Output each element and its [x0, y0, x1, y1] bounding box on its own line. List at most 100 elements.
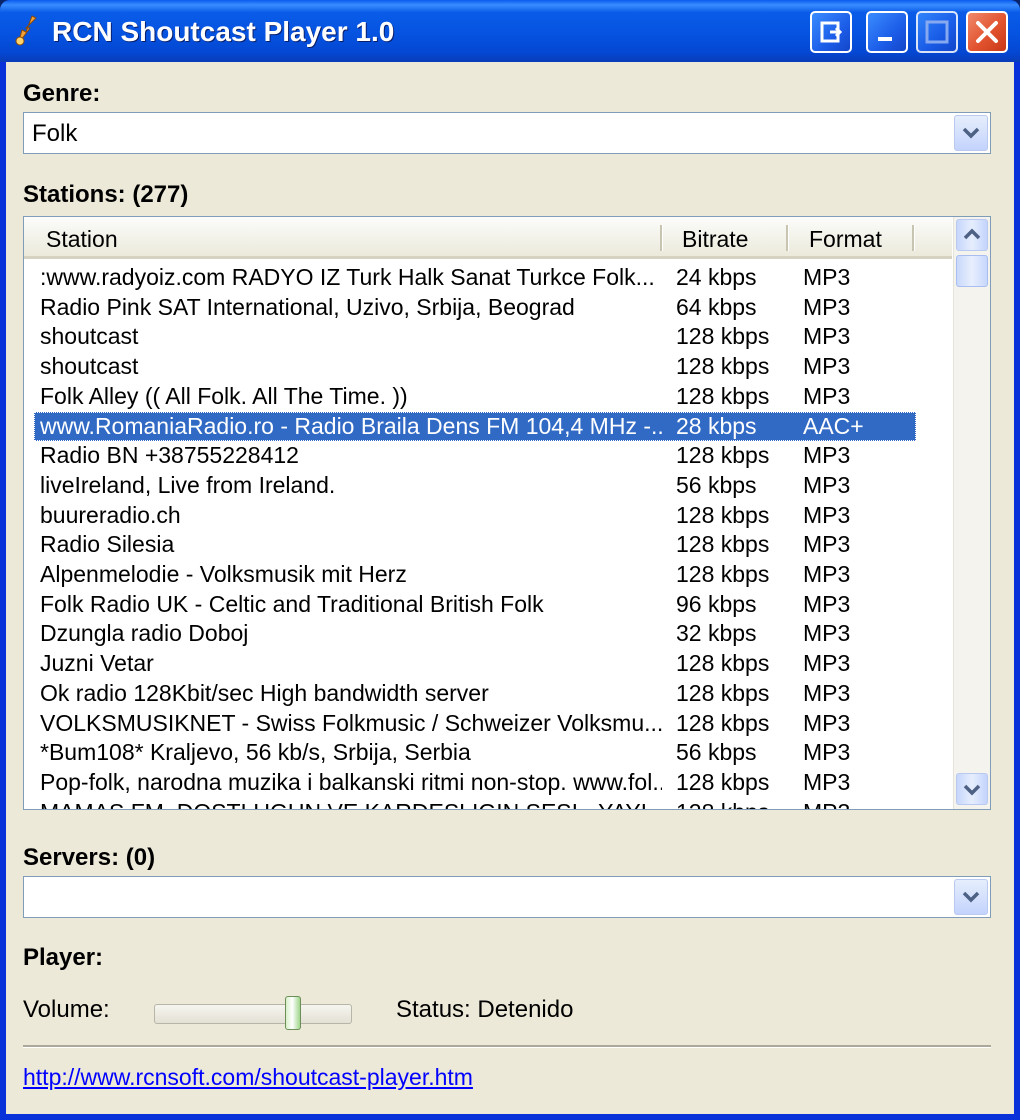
cell-format: AAC+ — [803, 412, 864, 439]
cell-format: MP3 — [803, 561, 851, 587]
scroll-up-icon — [963, 228, 981, 240]
stations-label: Stations: (277) — [23, 181, 189, 208]
table-row[interactable]: buureradio.ch 128 kbps MP3 — [34, 501, 916, 530]
scroll-down-button[interactable] — [956, 773, 988, 805]
cell-bitrate: 128 kbps — [676, 709, 770, 736]
maximize-button[interactable] — [916, 11, 958, 53]
divider — [23, 1045, 991, 1048]
cell-bitrate: 64 kbps — [676, 293, 757, 320]
cell-format: MP3 — [803, 471, 851, 498]
cell-bitrate: 32 kbps — [676, 620, 757, 647]
table-row[interactable]: :www.radyoiz.com RADYO IZ Turk Halk Sana… — [34, 263, 916, 292]
servers-dropdown-button[interactable] — [954, 879, 988, 915]
cell-station: *Bum108* Kraljevo, 56 kb/s, Srbija, Serb… — [40, 739, 471, 766]
table-row[interactable]: shoutcast 128 kbps MP3 — [34, 352, 916, 381]
cell-station: Folk Radio UK - Celtic and Traditional B… — [40, 590, 544, 617]
scroll-thumb[interactable] — [956, 255, 988, 287]
cell-station: Ok radio 128Kbit/sec High bandwidth serv… — [40, 679, 489, 706]
table-row[interactable]: VOLKSMUSIKNET - Swiss Folkmusic / Schwei… — [34, 709, 916, 738]
table-row[interactable]: *Bum108* Kraljevo, 56 kb/s, Srbija, Serb… — [34, 738, 916, 767]
vertical-scrollbar[interactable] — [953, 217, 990, 809]
cell-bitrate: 128 kbps — [676, 353, 770, 380]
cell-station: Juzni Vetar — [40, 650, 154, 677]
table-row[interactable]: Folk Radio UK - Celtic and Traditional B… — [34, 590, 916, 619]
window-title: RCN Shoutcast Player 1.0 — [52, 16, 395, 47]
table-row[interactable]: Ok radio 128Kbit/sec High bandwidth serv… — [34, 679, 916, 708]
column-separator[interactable] — [660, 225, 663, 251]
table-row[interactable]: MAMAS FM, DOSTLUGUN VE KARDESLIGIN SESI … — [34, 798, 916, 809]
cell-bitrate: 128 kbps — [676, 799, 794, 809]
cell-bitrate: 56 kbps — [676, 739, 757, 766]
tray-button[interactable] — [810, 11, 852, 53]
website-link[interactable]: http://www.rcnsoft.com/shoutcast-player.… — [23, 1064, 473, 1091]
volume-slider-track[interactable] — [154, 1004, 352, 1024]
cell-format: MP3 — [803, 531, 851, 558]
player-label: Player: — [23, 944, 104, 971]
genre-dropdown-button[interactable] — [954, 115, 988, 151]
table-row[interactable]: Alpenmelodie - Volksmusik mit Herz 128 kb… — [34, 560, 916, 589]
volume-slider-thumb[interactable] — [285, 996, 302, 1030]
cell-bitrate: 128 kbps — [676, 531, 770, 558]
cell-format: MP3 — [803, 323, 851, 350]
column-header-bitrate[interactable]: Bitrate — [682, 226, 748, 253]
genre-label: Genre: — [23, 80, 101, 107]
cell-station: shoutcast — [40, 353, 139, 380]
servers-select[interactable] — [23, 876, 991, 918]
cell-station: Folk Alley (( All Folk. All The Time. )) — [40, 382, 408, 409]
cell-format: MP3 — [803, 679, 851, 706]
table-row[interactable]: shoutcast 128 kbps MP3 — [34, 322, 916, 351]
minimize-button[interactable] — [866, 11, 908, 53]
cell-station: Pop-folk, narodna muzika i balkanski rit… — [40, 768, 662, 795]
cell-station: Dzungla radio Doboj — [40, 620, 249, 647]
chevron-down-icon — [962, 891, 980, 903]
column-header-format[interactable]: Format — [809, 226, 882, 253]
list-header: Station Bitrate Format — [24, 217, 952, 259]
minimize-icon — [878, 37, 892, 41]
table-row[interactable]: Pop-folk, narodna muzika i balkanski rit… — [34, 768, 916, 797]
cell-bitrate: 128 kbps — [676, 382, 770, 409]
scroll-up-button[interactable] — [956, 219, 988, 251]
cell-bitrate: 24 kbps — [676, 264, 757, 290]
cell-bitrate: 128 kbps — [676, 323, 770, 350]
cell-format: MP3 — [803, 768, 851, 795]
scroll-down-icon — [963, 784, 981, 796]
column-separator[interactable] — [912, 225, 915, 251]
cell-station: Radio BN +38755228412 — [40, 442, 299, 469]
genre-select[interactable]: Folk — [23, 112, 991, 154]
table-row[interactable]: Radio Silesia 128 kbps MP3 — [34, 530, 916, 559]
cell-station: Alpenmelodie - Volksmusik mit Herz — [40, 561, 407, 587]
column-header-station[interactable]: Station — [46, 226, 118, 253]
table-row[interactable]: liveIreland, Live from Ireland. 56 kbps MP… — [34, 471, 916, 500]
cell-station: VOLKSMUSIKNET - Swiss Folkmusic / Schwei… — [40, 709, 662, 736]
table-row[interactable]: Juzni Vetar 128 kbps MP3 — [34, 649, 916, 678]
cell-bitrate: 96 kbps — [676, 590, 757, 617]
cell-station: shoutcast — [40, 323, 139, 350]
cell-station: liveIreland, Live from Ireland. — [40, 471, 336, 498]
title-bar[interactable]: RCN Shoutcast Player 1.0 — [0, 0, 1020, 62]
cell-format: MP3 — [803, 264, 851, 290]
cell-station: Radio Silesia — [40, 531, 175, 558]
table-row[interactable]: Radio Pink SAT International, Uzivo, Srb… — [34, 293, 916, 322]
servers-label: Servers: (0) — [23, 844, 156, 871]
cell-bitrate: 56 kbps — [676, 471, 757, 498]
volume-label: Volume: — [23, 996, 110, 1023]
cell-bitrate: 128 kbps — [676, 650, 770, 677]
cell-bitrate: 28 kbps — [676, 412, 757, 439]
cell-format: MP3 — [803, 620, 851, 647]
close-button[interactable] — [966, 11, 1008, 53]
column-separator[interactable] — [786, 225, 789, 251]
stations-list[interactable]: Station Bitrate Format :www.radyoiz.com … — [23, 216, 991, 810]
chevron-down-icon — [962, 127, 980, 139]
tray-icon — [820, 21, 843, 43]
cell-station: MAMAS FM, DOSTLUGUN VE KARDESLIGIN SESI … — [40, 799, 662, 809]
maximize-icon — [925, 20, 949, 44]
cell-station: www.RomaniaRadio.ro - Radio Braila Dens … — [40, 412, 662, 439]
cell-station: :www.radyoiz.com RADYO IZ Turk Halk Sana… — [40, 264, 655, 290]
table-row[interactable]: Dzungla radio Doboj 32 kbps MP3 — [34, 619, 916, 648]
cell-bitrate: 128 kbps — [676, 561, 770, 587]
table-row[interactable]: www.RomaniaRadio.ro - Radio Braila Dens … — [34, 411, 916, 441]
cell-format: MP3 — [803, 442, 851, 469]
status-text: Status: Detenido — [396, 996, 574, 1023]
table-row[interactable]: Radio BN +38755228412 128 kbps MP3 — [34, 441, 916, 470]
table-row[interactable]: Folk Alley (( All Folk. All The Time. ))… — [34, 382, 916, 411]
